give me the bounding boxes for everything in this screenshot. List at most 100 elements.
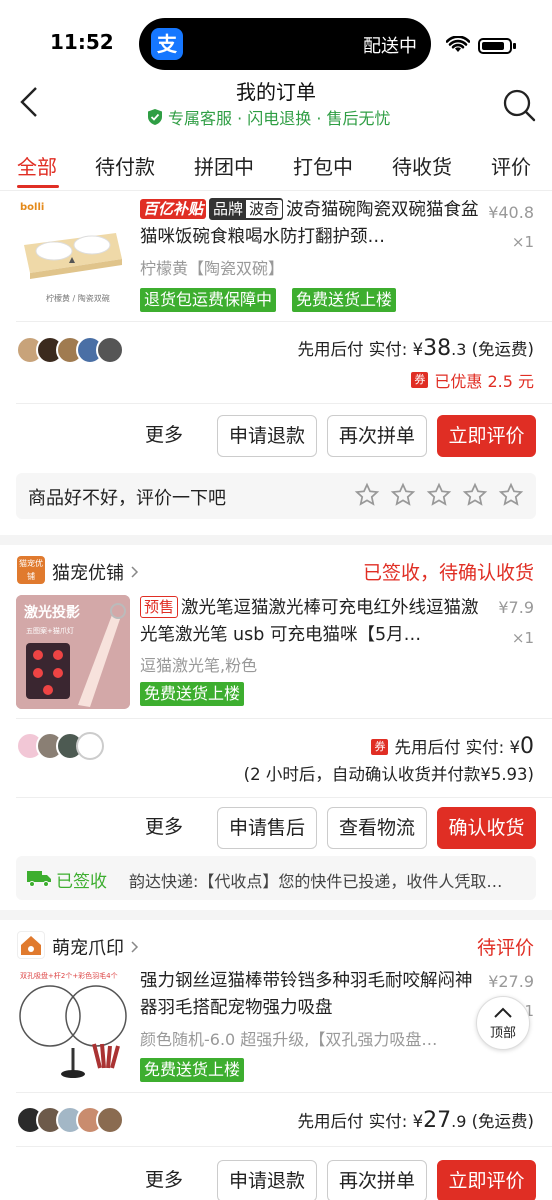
- image-caption: 柠檬黄 / 陶瓷双碗: [46, 293, 110, 303]
- page-header: 我的订单 专属客服 · 闪电退换 · 售后无忧: [0, 70, 552, 135]
- paid-amount: 27: [423, 1108, 452, 1133]
- star-icon[interactable]: [354, 482, 380, 508]
- product-image[interactable]: 激光投影 五图案+猫爪灯: [16, 595, 130, 709]
- divider: [16, 321, 552, 322]
- rating-prompt[interactable]: 商品好不好，评价一下吧: [16, 473, 536, 519]
- back-to-top-button[interactable]: 顶部: [476, 996, 530, 1050]
- tab-to-receive[interactable]: 待收货: [392, 151, 452, 180]
- cat-teaser-image: 双孔吸盘+杆2个+彩色羽毛4个: [19, 971, 127, 1078]
- tab-all[interactable]: 全部: [17, 151, 57, 180]
- group-avatars: [16, 336, 124, 364]
- chevron-up-icon: [494, 1007, 512, 1018]
- delivery-truck-icon: [27, 871, 51, 887]
- service-subtitle: 专属客服 · 闪电退换 · 售后无忧: [146, 105, 391, 129]
- shop-name[interactable]: 萌宠爪印: [52, 934, 140, 960]
- subsidy-badge: 百亿补贴: [140, 199, 207, 219]
- product-title[interactable]: 预售 激光笔逗猫激光棒可充电红外线逗猫激光笔激光笔 usb 可充电猫咪【5月…: [140, 595, 480, 649]
- payment-summary: 券 先用后付 实付: ¥0: [371, 734, 534, 759]
- search-icon[interactable]: [502, 88, 536, 122]
- logistics-message: 韵达快递:【代收点】您的快件已投递，收件人凭取…: [129, 872, 503, 891]
- delivery-tag: 免费送货上楼: [140, 682, 245, 706]
- shield-check-icon: [148, 109, 162, 125]
- delivery-tag: 免费送货上楼: [140, 1058, 245, 1082]
- order-card: 萌宠爪印 待评价 双孔吸盘+杆2个+彩色羽毛4个 强力钢丝逗猫棒带铃铛多种羽毛耐…: [0, 920, 552, 1200]
- clock: 11:52: [50, 30, 114, 54]
- rating-prompt-text: 商品好不好，评价一下吧: [28, 488, 226, 509]
- presale-badge: 预售: [140, 596, 179, 618]
- after-sales-button[interactable]: 申请售后: [217, 807, 317, 849]
- shop-logo[interactable]: 猫宠优铺: [17, 556, 45, 584]
- dynamic-island[interactable]: 支 配送中: [139, 18, 431, 70]
- order-card: bolli 柠檬黄 / 陶瓷双碗 百亿补贴 品牌 波奇 波奇猫碗陶瓷双碗猫食盆猫咪饭碗…: [0, 191, 552, 535]
- discount-line: 券 已优惠 2.5 元: [411, 368, 534, 392]
- request-refund-button[interactable]: 申请退款: [217, 1160, 317, 1200]
- logistics-status: 已签收: [56, 872, 107, 892]
- image-subtitle: 五图案+猫爪灯: [26, 626, 74, 635]
- tab-pending-payment[interactable]: 待付款: [95, 151, 155, 180]
- product-variant: 颜色随机-6.0 超强升级,【双孔强力吸盘…: [140, 1030, 438, 1049]
- chevron-right-icon: [131, 941, 138, 953]
- tab-group-buying[interactable]: 拼团中: [194, 151, 254, 180]
- product-name: 激光笔逗猫激光棒可充电红外线逗猫激光笔激光笔 usb 可充电猫咪【5月…: [140, 598, 479, 645]
- more-button[interactable]: 更多: [130, 1160, 198, 1200]
- product-title[interactable]: 强力钢丝逗猫棒带铃铛多种羽毛耐咬解闷神器羽毛搭配宠物强力吸盘: [140, 968, 480, 1022]
- product-image[interactable]: bolli 柠檬黄 / 陶瓷双碗: [16, 195, 130, 309]
- page-title: 我的订单: [236, 80, 316, 104]
- item-price: ¥27.9: [488, 972, 534, 991]
- group-avatars: [16, 732, 104, 760]
- order-status: 待评价: [476, 937, 534, 959]
- active-tab-indicator: [17, 185, 59, 188]
- island-status-text: 配送中: [363, 36, 417, 57]
- tab-review[interactable]: 评价: [491, 151, 531, 180]
- order-status: 已签收，待确认收货: [362, 562, 534, 584]
- star-icon[interactable]: [390, 482, 416, 508]
- tab-packing[interactable]: 打包中: [293, 151, 353, 180]
- wifi-icon: [446, 36, 470, 52]
- product-image[interactable]: 双孔吸盘+杆2个+彩色羽毛4个: [16, 968, 130, 1082]
- review-now-button[interactable]: 立即评价: [437, 415, 536, 457]
- star-icon[interactable]: [498, 482, 524, 508]
- item-price: ¥7.9: [498, 598, 534, 617]
- divider: [16, 403, 552, 404]
- item-quantity: ×1: [511, 629, 534, 647]
- product-variant: 逗猫激光笔,粉色: [140, 656, 258, 675]
- item-quantity: ×1: [511, 233, 534, 251]
- star-icon[interactable]: [426, 482, 452, 508]
- star-rating[interactable]: [354, 482, 524, 508]
- group-avatars: [16, 1106, 124, 1134]
- reorder-button[interactable]: 再次拼单: [327, 415, 427, 457]
- brand-badge: 品牌 波奇: [209, 198, 284, 220]
- coupon-icon: 券: [371, 738, 389, 755]
- product-variant: 柠檬黄【陶瓷双碗】: [140, 259, 285, 278]
- request-refund-button[interactable]: 申请退款: [217, 415, 317, 457]
- coupon-icon: 券: [411, 372, 429, 388]
- cat-bowl-image: bolli 柠檬黄 / 陶瓷双碗: [20, 202, 122, 303]
- subtitle-text: 专属客服 · 闪电退换 · 售后无忧: [168, 109, 391, 128]
- discount-text: 已优惠 2.5 元: [434, 372, 534, 391]
- alipay-icon: 支: [151, 28, 183, 60]
- image-caption: 双孔吸盘+杆2个+彩色羽毛4个: [20, 971, 118, 980]
- review-now-button[interactable]: 立即评价: [437, 1160, 536, 1200]
- image-title: 激光投影: [24, 604, 80, 621]
- more-button[interactable]: 更多: [130, 807, 198, 849]
- avatar: [96, 336, 124, 364]
- shop-name[interactable]: 猫宠优铺: [52, 559, 140, 585]
- status-bar: 11:52 支 配送中: [0, 0, 552, 70]
- star-icon[interactable]: [462, 482, 488, 508]
- brand-logo: bolli: [20, 202, 44, 213]
- divider: [16, 1146, 552, 1147]
- back-to-top-label: 顶部: [489, 1026, 516, 1041]
- shop-logo[interactable]: [17, 931, 45, 959]
- reorder-button[interactable]: 再次拼单: [327, 1160, 427, 1200]
- chevron-right-icon: [131, 566, 138, 578]
- divider: [16, 1092, 552, 1093]
- paid-amount: 38: [423, 336, 452, 361]
- item-price: ¥40.8: [488, 203, 534, 222]
- more-button[interactable]: 更多: [130, 415, 198, 457]
- payment-summary: 先用后付 实付: ¥38.3 (免运费): [297, 336, 534, 361]
- logistics-bar[interactable]: 已签收 韵达快递:【代收点】您的快件已投递，收件人凭取…: [16, 856, 536, 900]
- product-title[interactable]: 百亿补贴 品牌 波奇 波奇猫碗陶瓷双碗猫食盆猫咪饭碗食粮喝水防打翻护颈…: [140, 197, 480, 251]
- confirm-receipt-button[interactable]: 确认收货: [437, 807, 536, 849]
- avatar: [96, 1106, 124, 1134]
- track-shipment-button[interactable]: 查看物流: [327, 807, 427, 849]
